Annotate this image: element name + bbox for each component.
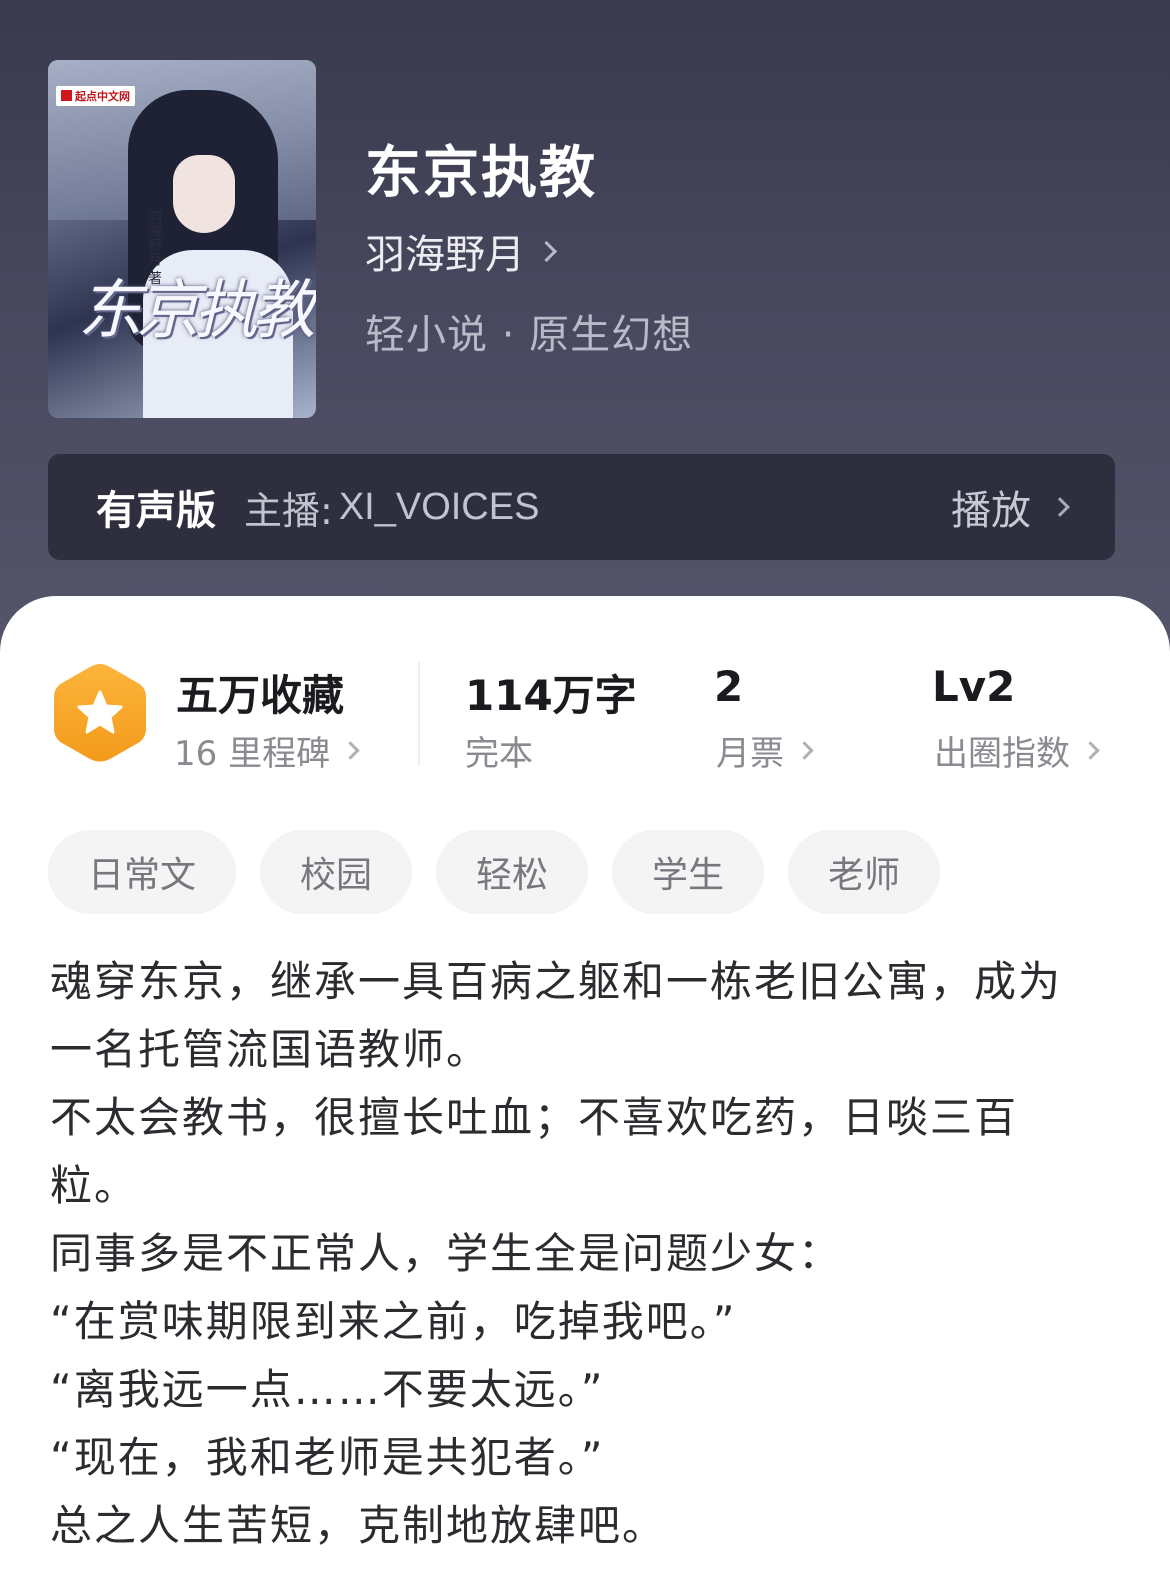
book-cover[interactable]: 起点中文网 羽海野月 著 东京执教 xyxy=(48,60,316,418)
milestones-link[interactable]: 16 里程碑 xyxy=(174,726,360,775)
audio-edition-bar[interactable]: 有声版 主播: XI_VOICES 播放 xyxy=(48,454,1115,560)
audio-host-label: 主播: xyxy=(244,488,333,533)
completion-status: 完本 xyxy=(465,726,533,775)
milestones-label: 16 里程碑 xyxy=(174,734,331,774)
tag-list: 日常文 校园 轻松 学生 老师 xyxy=(48,830,941,914)
play-label: 播放 xyxy=(951,488,1031,534)
star-hexagon-icon xyxy=(54,664,146,762)
author-link[interactable]: 羽海野月 xyxy=(365,222,558,280)
tag-chip[interactable]: 日常文 xyxy=(48,830,237,914)
synopsis-line: 一名托管流国语教师。 xyxy=(50,1025,491,1074)
tag-chip[interactable]: 轻松 xyxy=(436,830,589,914)
synopsis-line: “离我远一点……不要太远。” xyxy=(50,1365,605,1414)
synopsis-line: 同事多是不正常人，学生全是问题少女： xyxy=(50,1229,843,1278)
audio-edition-tag: 有声版 xyxy=(96,488,216,534)
synopsis-line: 魂穿东京，继承一具百病之躯和一栋老旧公寓，成为 xyxy=(50,957,1063,1006)
synopsis-line: “现在，我和老师是共犯者。” xyxy=(50,1433,605,1482)
favorites-count: 五万收藏 xyxy=(176,671,345,720)
popularity-index-link[interactable]: 出圈指数 xyxy=(934,726,1100,775)
chevron-right-icon xyxy=(1050,497,1070,517)
chevron-right-icon xyxy=(795,741,814,760)
monthly-ticket-label: 月票 xyxy=(716,734,784,774)
cover-title-art: 东京执教 xyxy=(78,274,316,348)
tag-chip[interactable]: 老师 xyxy=(788,830,941,914)
chevron-right-icon xyxy=(1081,741,1100,760)
chevron-right-icon xyxy=(341,741,360,760)
publisher-logo-text: 起点中文网 xyxy=(75,90,130,103)
synopsis-line: 不太会教书，很擅长吐血；不喜欢吃药，日啖三百 xyxy=(50,1093,1019,1142)
tag-chip[interactable]: 学生 xyxy=(612,830,765,914)
publisher-logo: 起点中文网 xyxy=(56,86,135,106)
monthly-ticket-count: 2 xyxy=(714,662,744,711)
audio-host-name: XI_VOICES xyxy=(338,485,540,528)
stats-divider xyxy=(418,662,420,766)
synopsis-line: 粒。 xyxy=(50,1161,139,1210)
chevron-right-icon xyxy=(535,240,558,262)
synopsis-line: “在赏味期限到来之前，吃掉我吧。” xyxy=(50,1297,737,1346)
book-title: 东京执教 xyxy=(365,141,597,206)
book-synopsis[interactable]: 魂穿东京，继承一具百病之躯和一栋老旧公寓，成为 一名托管流国语教师。 不太会教书… xyxy=(50,948,1125,1560)
word-count: 114万字 xyxy=(465,671,637,720)
book-genre: 轻小说 · 原生幻想 xyxy=(365,312,694,358)
play-button[interactable]: 播放 xyxy=(951,478,1070,536)
monthly-ticket-link[interactable]: 月票 xyxy=(716,726,814,775)
author-name: 羽海野月 xyxy=(365,232,525,278)
synopsis-line: 总之人生苦短，克制地放肆吧。 xyxy=(50,1501,667,1550)
publisher-logo-icon xyxy=(61,90,72,101)
book-header: 起点中文网 羽海野月 著 东京执教 东京执教 羽海野月 轻小说 · 原生幻想 有… xyxy=(0,0,1170,660)
tag-chip[interactable]: 校园 xyxy=(260,830,413,914)
cover-character-face xyxy=(173,155,235,233)
popularity-index-label: 出圈指数 xyxy=(934,734,1070,774)
popularity-level: Lv2 xyxy=(932,662,1016,711)
completion-label: 完本 xyxy=(465,734,533,774)
